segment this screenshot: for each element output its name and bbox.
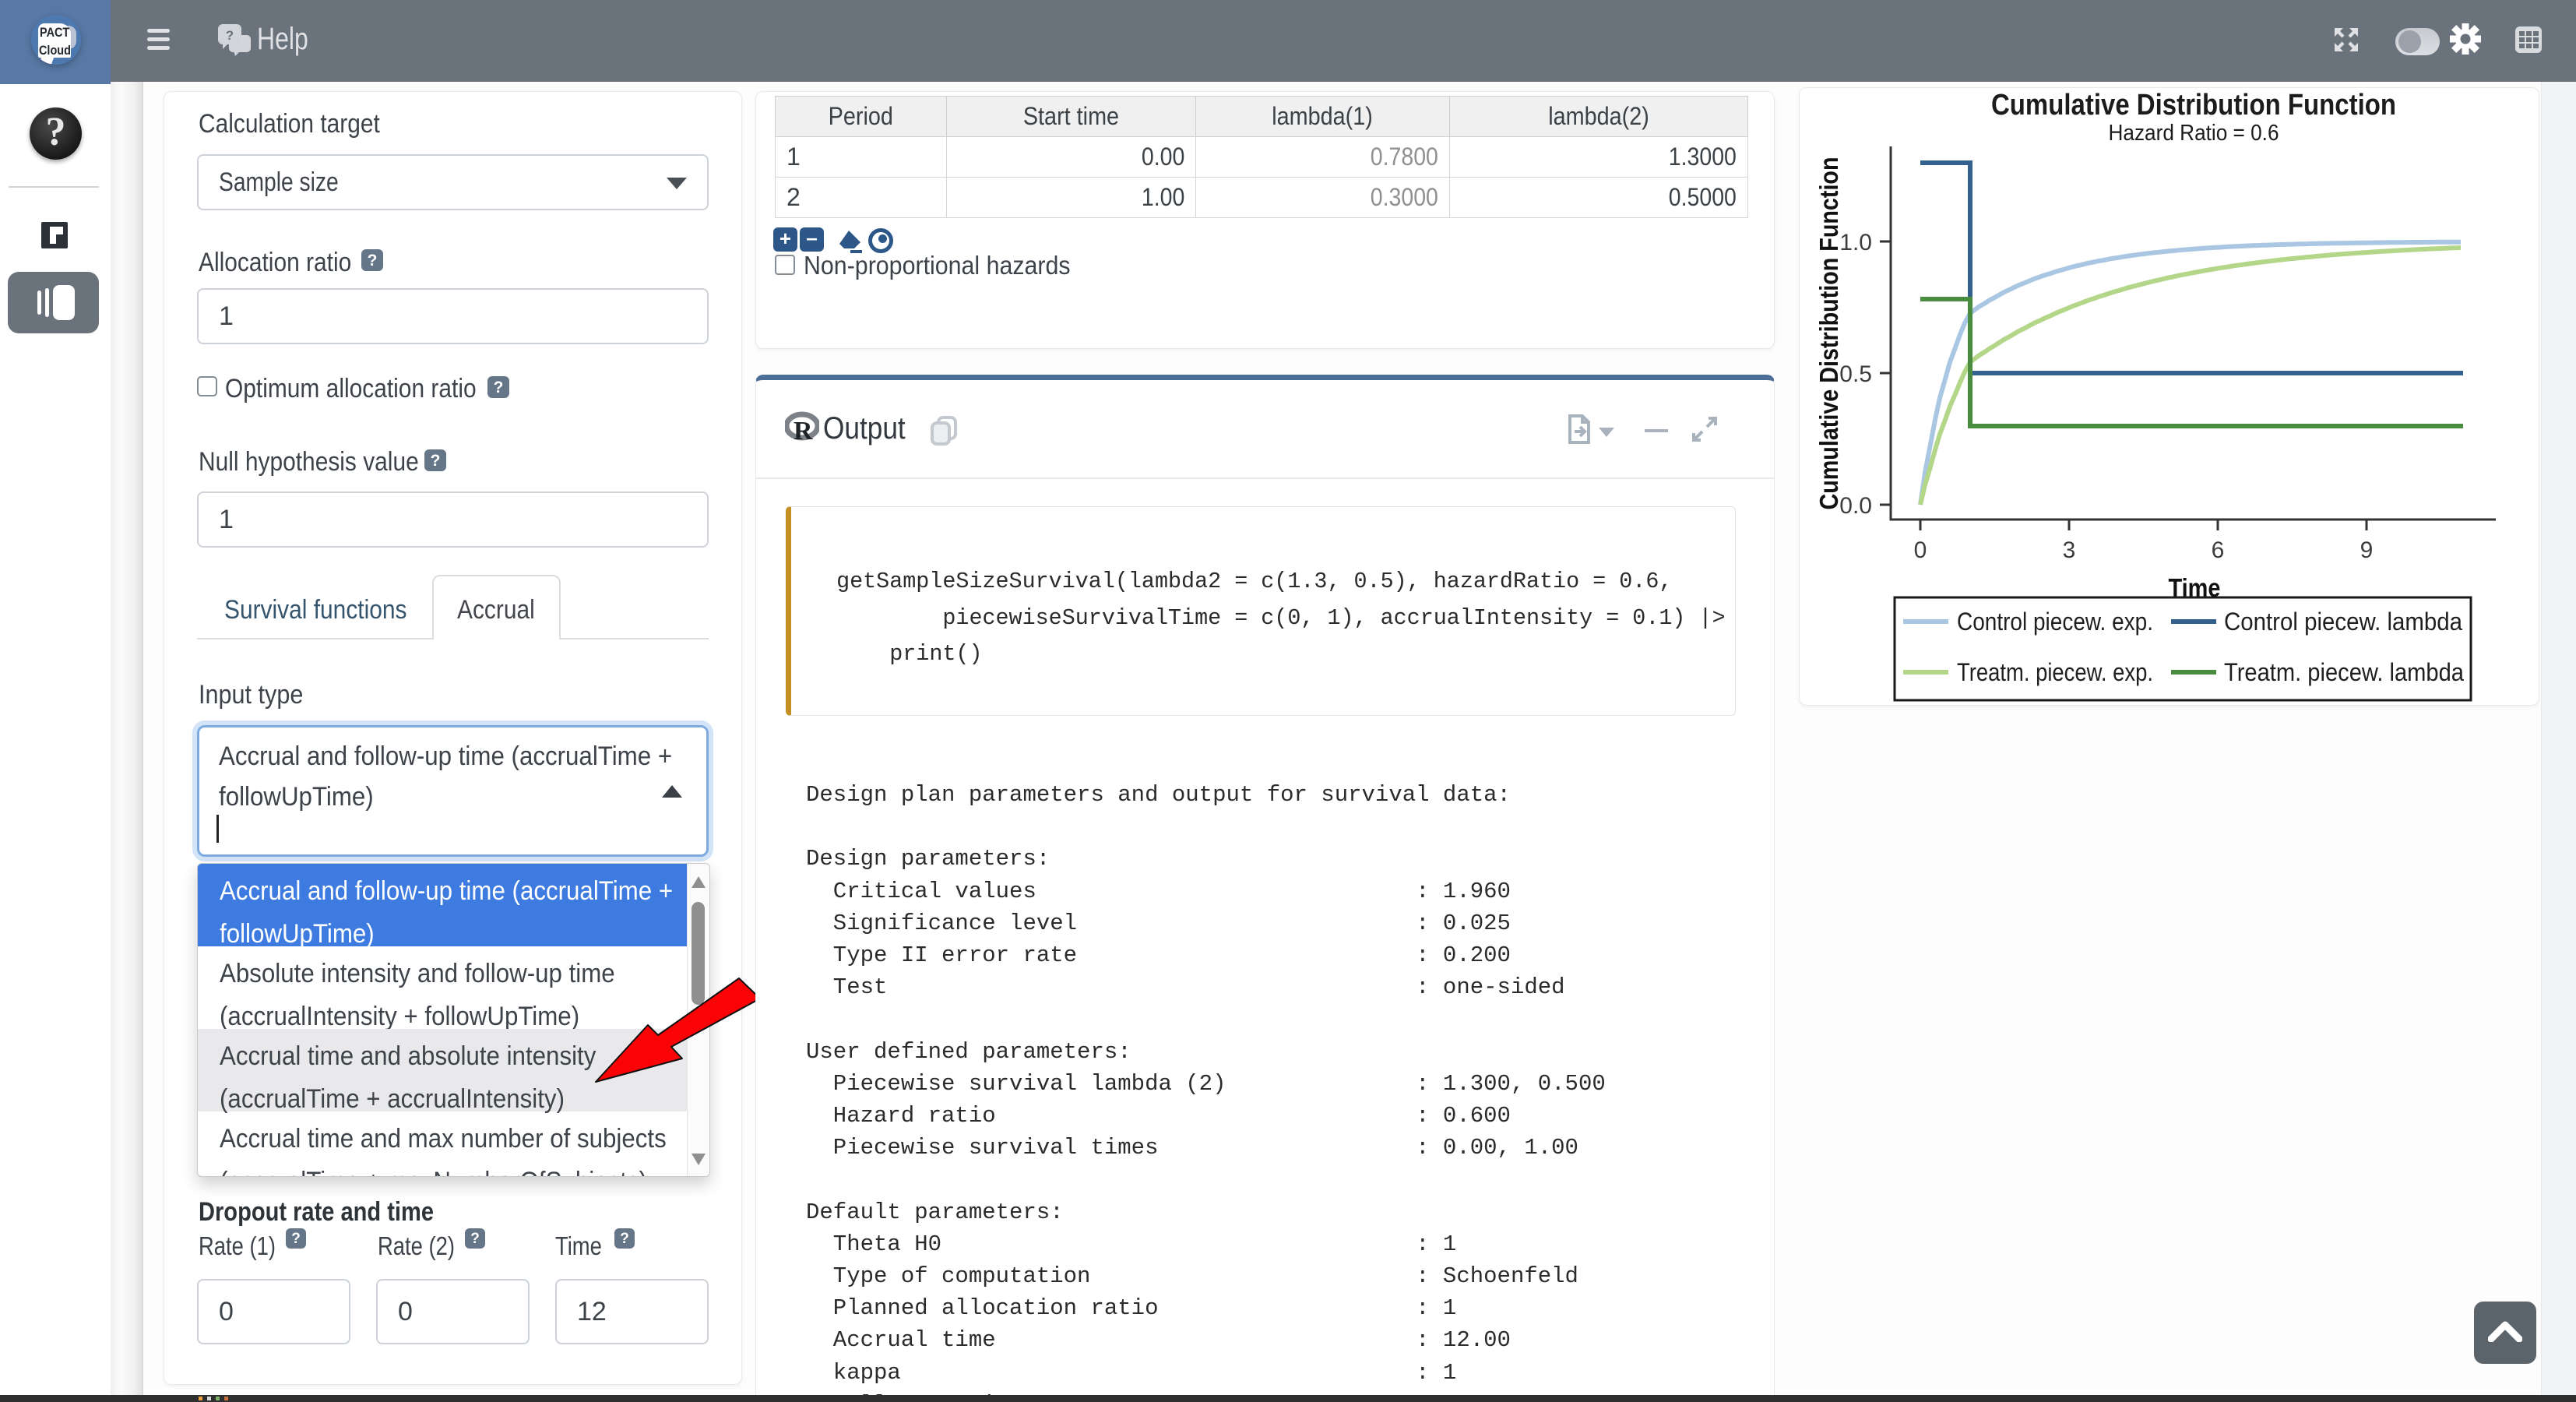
- svg-text:Treatm. piecew. exp.: Treatm. piecew. exp.: [1957, 658, 2153, 686]
- svg-text:0: 0: [1914, 537, 1927, 563]
- svg-text:?: ?: [226, 28, 234, 43]
- svg-text:9: 9: [2360, 537, 2374, 563]
- svg-text:0.0: 0.0: [1839, 493, 1872, 519]
- svg-text:Hazard Ratio = 0.6: Hazard Ratio = 0.6: [2109, 121, 2279, 146]
- svg-text:1.0: 1.0: [1839, 230, 1872, 255]
- svg-text:6: 6: [2212, 537, 2225, 563]
- svg-text:Treatm. piecew. lambda: Treatm. piecew. lambda: [2224, 658, 2464, 686]
- svg-text:R: R: [794, 417, 813, 444]
- svg-text:Cumulative Distribution Functi: Cumulative Distribution Function: [1814, 157, 1843, 510]
- svg-text:Cumulative Distribution Functi: Cumulative Distribution Function: [1991, 89, 2396, 122]
- svg-text:Control piecew. exp.: Control piecew. exp.: [1957, 608, 2153, 636]
- svg-text:3: 3: [2063, 537, 2076, 563]
- svg-text:0.5: 0.5: [1839, 361, 1872, 387]
- svg-text:Control piecew. lambda: Control piecew. lambda: [2224, 608, 2462, 636]
